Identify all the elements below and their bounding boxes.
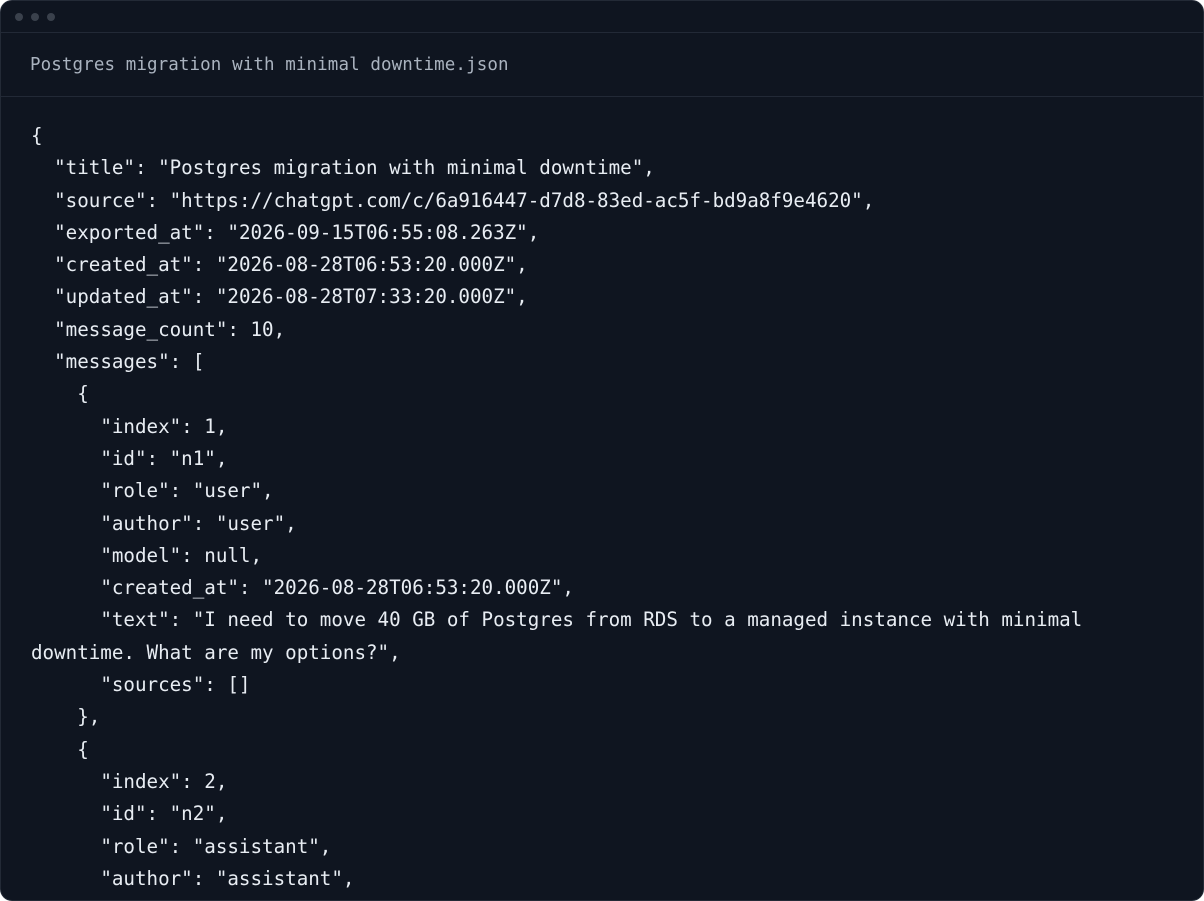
- code-line: "text": "I need to move 40 GB of Postgre…: [31, 608, 1094, 664]
- code-line: "updated_at": "2026-08-28T07:33:20.000Z"…: [31, 285, 528, 309]
- code-line: {: [31, 737, 89, 761]
- code-line: "message_count": 10,: [31, 317, 286, 341]
- code-line: "title": "Postgres migration with minima…: [31, 156, 655, 180]
- code-line: "created_at": "2026-08-28T06:53:20.000Z"…: [31, 576, 574, 600]
- window-maximize-dot-icon[interactable]: [47, 13, 55, 21]
- code-line: "author": "assistant",: [31, 866, 355, 890]
- code-line: "id": "n1",: [31, 446, 228, 470]
- code-line: "exported_at": "2026-09-15T06:55:08.263Z…: [31, 220, 540, 244]
- code-line: "author": "user",: [31, 511, 297, 535]
- code-line: "index": 2,: [31, 769, 228, 793]
- code-line: "id": "n2",: [31, 802, 228, 826]
- code-line: "role": "user",: [31, 479, 274, 503]
- app-window: Postgres migration with minimal downtime…: [0, 0, 1204, 901]
- json-code-view[interactable]: { "title": "Postgres migration with mini…: [1, 97, 1203, 895]
- code-line: {: [31, 124, 43, 147]
- window-minimize-dot-icon[interactable]: [31, 13, 39, 21]
- code-line: "messages": [: [31, 350, 205, 374]
- file-header: Postgres migration with minimal downtime…: [1, 33, 1203, 97]
- code-line: "role": "assistant",: [31, 834, 332, 858]
- code-line: "sources": []: [31, 673, 251, 697]
- code-line: {: [31, 382, 89, 406]
- code-line: "model": null,: [31, 543, 263, 567]
- window-close-dot-icon[interactable]: [15, 13, 23, 21]
- code-line: "created_at": "2026-08-28T06:53:20.000Z"…: [31, 253, 528, 277]
- file-name: Postgres migration with minimal downtime…: [30, 54, 509, 75]
- title-bar: [1, 1, 1203, 33]
- code-line: },: [31, 705, 101, 729]
- code-line: "source": "https://chatgpt.com/c/6a91644…: [31, 188, 875, 212]
- code-line: "index": 1,: [31, 414, 228, 438]
